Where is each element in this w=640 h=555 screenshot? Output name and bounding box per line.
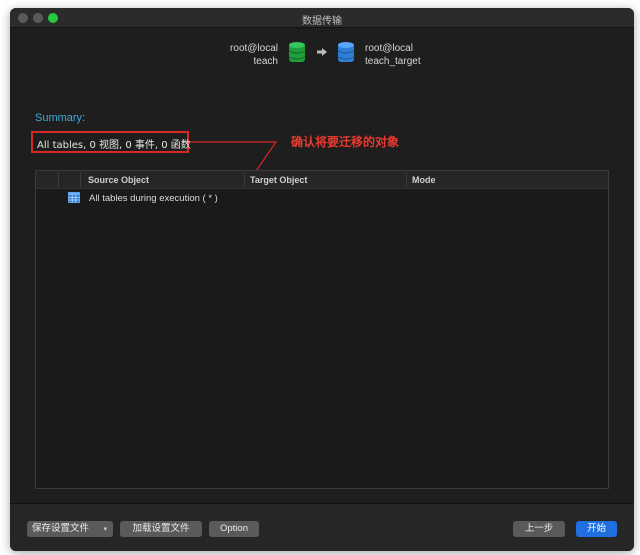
column-divider [80, 173, 81, 187]
save-profile-label: 保存设置文件 [32, 523, 90, 534]
start-button[interactable]: 开始 [576, 521, 617, 537]
summary-label: Summary: [35, 112, 86, 124]
table-grid-icon [68, 192, 80, 203]
source-info: root@local teach [230, 42, 278, 68]
footer-toolbar: 保存设置文件 ▾ 加载设置文件 Option 上一步 开始 [10, 503, 634, 551]
summary-text: All tables, 0 视图, 0 事件, 0 函数 [31, 131, 191, 153]
source-connection: root@local [230, 43, 278, 54]
back-button[interactable]: 上一步 [513, 521, 565, 537]
target-database: teach_target [365, 56, 421, 67]
title-bar: 数据传输 [10, 8, 634, 28]
table-row[interactable]: All tables during execution ( * ) [36, 189, 608, 207]
data-transfer-window: 数据传输 root@local teach root@local teach_t… [10, 8, 634, 551]
source-database: teach [253, 56, 278, 67]
column-header-target[interactable]: Target Object [250, 175, 307, 185]
transfer-objects-table: Source Object Target Object Mode All tab… [35, 170, 609, 489]
source-object-cell: All tables during execution ( * ) [89, 193, 218, 204]
save-profile-button[interactable]: 保存设置文件 ▾ [27, 521, 113, 537]
window-title: 数据传输 [302, 16, 342, 27]
column-header-source[interactable]: Source Object [88, 175, 149, 185]
transfer-header: root@local teach root@local teach_target [10, 28, 634, 84]
database-green-icon [288, 42, 306, 62]
option-button[interactable]: Option [209, 521, 259, 537]
target-info: root@local teach_target [365, 42, 421, 68]
column-header-mode[interactable]: Mode [412, 175, 436, 185]
target-connection: root@local [365, 43, 413, 54]
chevron-down-icon: ▾ [103, 525, 107, 533]
arrow-right-icon [317, 48, 327, 56]
column-divider [244, 173, 245, 187]
column-divider [406, 173, 407, 187]
database-blue-icon [337, 42, 355, 62]
column-divider [58, 173, 59, 187]
table-header: Source Object Target Object Mode [36, 171, 608, 189]
load-profile-button[interactable]: 加载设置文件 [120, 521, 202, 537]
annotation-label: 确认将要迁移的对象 [291, 135, 400, 149]
